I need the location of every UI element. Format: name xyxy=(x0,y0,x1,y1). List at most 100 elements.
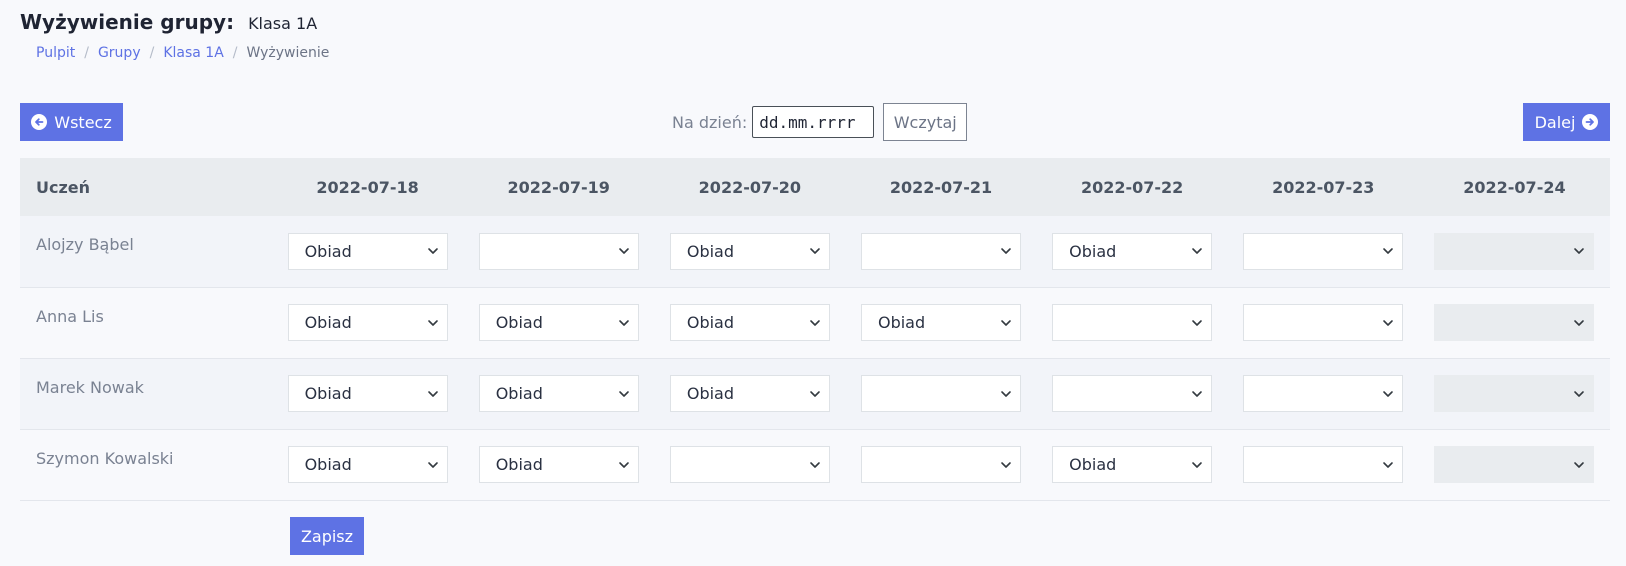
meal-select[interactable] xyxy=(860,446,1021,483)
student-name: Marek Nowak xyxy=(36,377,144,397)
meal-select[interactable]: Obiad xyxy=(669,375,830,412)
save-button[interactable]: Zapisz xyxy=(290,517,364,555)
table-header-row: Uczeń 2022-07-18 2022-07-19 2022-07-20 2… xyxy=(20,158,1610,216)
meal-select[interactable]: Obiad xyxy=(860,304,1021,341)
breadcrumb-separator: / xyxy=(84,45,89,61)
meal-cell: Obiad xyxy=(1037,429,1228,500)
table-header: Uczeń 2022-07-18 2022-07-19 2022-07-20 2… xyxy=(20,158,1610,216)
meal-cell: Obiad xyxy=(272,429,463,500)
meal-cell xyxy=(654,429,845,500)
chevron-down-icon xyxy=(1382,461,1394,469)
meal-select[interactable] xyxy=(860,232,1021,270)
meal-select[interactable] xyxy=(1243,232,1404,270)
date-input[interactable] xyxy=(752,106,875,138)
column-header-date: 2022-07-24 xyxy=(1463,177,1566,197)
meal-cell xyxy=(1228,358,1419,429)
meal-select-value: Obiad xyxy=(495,384,543,403)
breadcrumb-link-pulpit[interactable]: Pulpit xyxy=(36,45,75,61)
meal-cell: Obiad xyxy=(463,287,654,358)
meal-select[interactable]: Obiad xyxy=(478,304,639,341)
meal-select[interactable]: Obiad xyxy=(287,446,448,483)
chevron-down-icon xyxy=(1000,461,1012,469)
chevron-down-icon xyxy=(1191,461,1203,469)
meal-cell xyxy=(1037,287,1228,358)
column-header-date: 2022-07-21 xyxy=(889,177,993,197)
chevron-down-icon xyxy=(1000,319,1012,327)
column-header-date: 2022-07-19 xyxy=(507,177,610,197)
chevron-down-icon xyxy=(1191,390,1203,398)
next-button[interactable]: Dalej xyxy=(1523,103,1610,141)
next-button-label: Dalej xyxy=(1534,112,1576,132)
meal-select[interactable]: Obiad xyxy=(669,304,830,341)
column-header-date: 2022-07-23 xyxy=(1272,177,1375,197)
group-name: Klasa 1A xyxy=(248,14,318,33)
chevron-down-icon xyxy=(1191,247,1203,255)
chevron-down-icon xyxy=(618,247,630,255)
meal-cell: Obiad xyxy=(654,358,845,429)
breadcrumb-current: Wyżywienie xyxy=(246,45,330,61)
meal-select[interactable] xyxy=(669,446,830,483)
meal-select-value: Obiad xyxy=(304,455,352,474)
meal-select[interactable]: Obiad xyxy=(669,232,830,270)
back-button-label: Wstecz xyxy=(54,112,112,132)
meal-select-value: Obiad xyxy=(304,384,352,403)
meal-select-disabled xyxy=(1434,232,1595,270)
meal-cell: Obiad xyxy=(272,287,463,358)
chevron-down-icon xyxy=(809,247,821,255)
breadcrumb-link-groups[interactable]: Grupy xyxy=(98,45,141,61)
breadcrumb-link-class[interactable]: Klasa 1A xyxy=(163,45,223,61)
meal-cell: Obiad xyxy=(272,358,463,429)
column-header-date: 2022-07-22 xyxy=(1080,177,1184,197)
meal-cell xyxy=(845,358,1036,429)
meal-select-value: Obiad xyxy=(495,313,543,332)
chevron-down-icon xyxy=(427,461,439,469)
meal-select-value: Obiad xyxy=(686,384,734,403)
meal-select-value: Obiad xyxy=(877,313,926,332)
meal-select-disabled xyxy=(1434,304,1595,341)
chevron-down-icon xyxy=(618,319,630,327)
chevron-down-icon xyxy=(618,461,630,469)
table-row: Marek Nowak Obiad Obiad Obiad xyxy=(20,358,1610,429)
meal-select[interactable] xyxy=(860,375,1021,412)
meal-select[interactable] xyxy=(478,232,639,270)
meal-select[interactable] xyxy=(1243,375,1404,412)
meal-select[interactable]: Obiad xyxy=(478,375,639,412)
meal-select-value: Obiad xyxy=(1069,455,1117,474)
meal-cell xyxy=(1228,287,1419,358)
page-title: Wyżywienie grupy: xyxy=(20,10,235,34)
back-button[interactable]: Wstecz xyxy=(20,103,123,141)
breadcrumb-separator: / xyxy=(232,45,238,61)
load-button[interactable]: Wczytaj xyxy=(883,103,968,141)
meal-select[interactable]: Obiad xyxy=(287,232,448,270)
chevron-down-icon xyxy=(1573,247,1585,255)
arrow-circle-right-icon xyxy=(1582,114,1599,130)
chevron-down-icon xyxy=(618,390,630,398)
meal-select[interactable] xyxy=(1052,304,1213,341)
meal-select[interactable] xyxy=(1243,304,1404,341)
meal-select[interactable]: Obiad xyxy=(287,304,448,341)
meal-select[interactable]: Obiad xyxy=(1052,446,1213,483)
meal-cell xyxy=(1419,358,1610,429)
chevron-down-icon xyxy=(1000,247,1012,255)
student-name: Anna Lis xyxy=(36,306,104,326)
toolbar: Wstecz Na dzień: Wczytaj Dalej xyxy=(20,103,1610,141)
meal-cell xyxy=(1228,216,1419,287)
chevron-down-icon xyxy=(809,461,821,469)
chevron-down-icon xyxy=(1382,390,1394,398)
chevron-down-icon xyxy=(1382,247,1394,255)
meal-select-value: Obiad xyxy=(1069,241,1117,261)
breadcrumb-separator: / xyxy=(149,45,155,61)
meal-select[interactable]: Obiad xyxy=(478,446,639,483)
title-row: Wyżywienie grupy: Klasa 1A xyxy=(20,10,329,34)
student-name: Alojzy Bąbel xyxy=(36,235,134,254)
meal-select[interactable] xyxy=(1052,375,1213,412)
breadcrumb: Pulpit / Grupy / Klasa 1A / Wyżywienie xyxy=(20,45,329,61)
meal-select[interactable] xyxy=(1243,446,1404,483)
meal-cell: Obiad xyxy=(654,216,845,287)
meal-select[interactable]: Obiad xyxy=(1052,232,1213,270)
chevron-down-icon xyxy=(427,390,439,398)
date-label: Na dzień: xyxy=(672,112,748,132)
meal-cell: Obiad xyxy=(463,358,654,429)
meal-select[interactable]: Obiad xyxy=(287,375,448,412)
meal-cell: Obiad xyxy=(654,287,845,358)
